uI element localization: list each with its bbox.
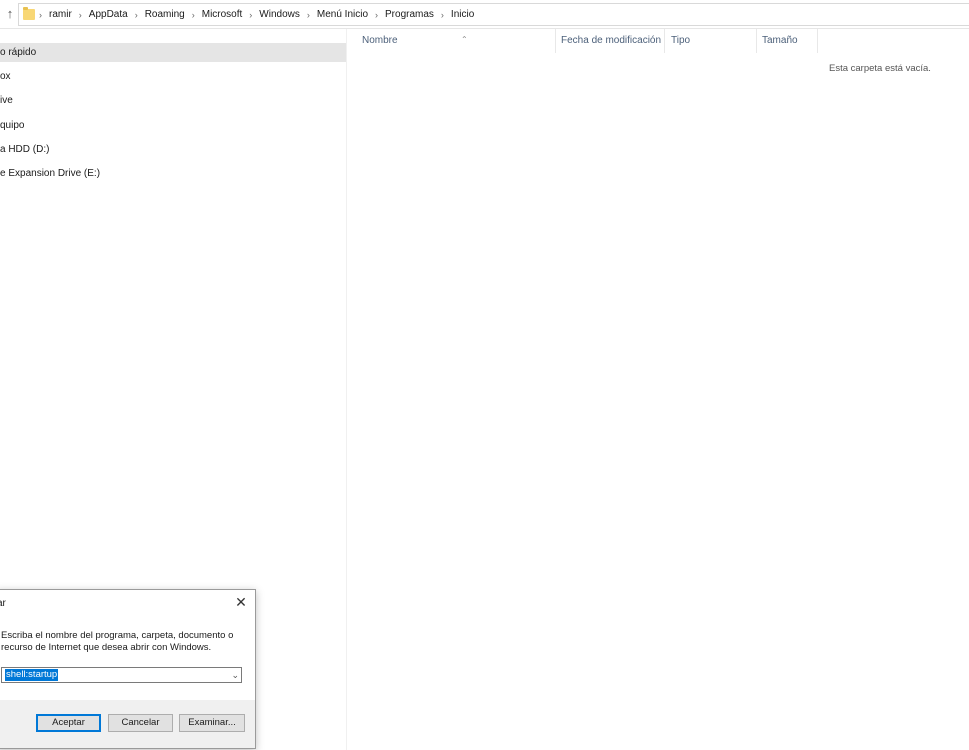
- nav-item-label: quipo: [0, 120, 25, 131]
- folder-icon: [23, 7, 35, 20]
- run-dialog: ar ✕ Escriba el nombre del programa, car…: [0, 589, 256, 749]
- column-header-label: Fecha de modificación: [561, 35, 662, 46]
- column-header-label: Tipo: [671, 35, 691, 46]
- nav-item-label: o rápido: [0, 47, 37, 58]
- nav-item-quick-access[interactable]: o rápido: [0, 43, 346, 62]
- dialog-title: ar: [0, 598, 6, 609]
- dialog-description: Escriba el nombre del programa, carpeta,…: [1, 630, 241, 654]
- ok-button[interactable]: Aceptar: [36, 714, 101, 732]
- chevron-right-icon[interactable]: ›: [192, 10, 195, 20]
- column-header-size[interactable]: Tamaño: [756, 29, 818, 53]
- up-arrow-icon[interactable]: ↑: [3, 6, 17, 22]
- column-header-label: Nombre: [362, 35, 398, 46]
- open-input[interactable]: shell:startup: [5, 669, 59, 681]
- cancel-button[interactable]: Cancelar: [108, 714, 173, 732]
- sort-ascending-icon: ⌃: [461, 35, 468, 44]
- nav-item-this-pc[interactable]: quipo: [0, 116, 346, 135]
- browse-button[interactable]: Examinar...: [179, 714, 245, 732]
- description-line: recurso de Internet que desea abrir con …: [1, 642, 212, 653]
- nav-item-label: e Expansion Drive (E:): [0, 168, 101, 179]
- close-icon[interactable]: ✕: [233, 594, 249, 610]
- address-bar: ↑ › ramir › AppData › Roaming › Microsof…: [0, 0, 969, 29]
- column-header-label: Tamaño: [762, 35, 798, 46]
- nav-item-expansion-drive-e[interactable]: e Expansion Drive (E:): [0, 164, 346, 183]
- column-header-type[interactable]: Tipo: [665, 29, 757, 53]
- dialog-footer: Aceptar Cancelar Examinar...: [0, 700, 255, 748]
- breadcrumb-item-inicio[interactable]: Inicio: [451, 9, 474, 20]
- column-header-name[interactable]: Nombre ⌃: [356, 29, 556, 53]
- nav-item-dropbox[interactable]: ox: [0, 67, 346, 86]
- breadcrumb-item-microsoft[interactable]: Microsoft: [202, 9, 243, 20]
- nav-item-label: ox: [0, 71, 11, 82]
- breadcrumb-item-ramir[interactable]: ramir: [49, 9, 72, 20]
- column-header-date-modified[interactable]: Fecha de modificación: [555, 29, 665, 53]
- breadcrumb: › ramir › AppData › Roaming › Microsoft …: [39, 4, 474, 25]
- chevron-right-icon[interactable]: ›: [79, 10, 82, 20]
- chevron-right-icon[interactable]: ›: [249, 10, 252, 20]
- chevron-right-icon[interactable]: ›: [441, 10, 444, 20]
- chevron-right-icon[interactable]: ›: [375, 10, 378, 20]
- description-line: Escriba el nombre del programa, carpeta,…: [1, 630, 234, 641]
- chevron-right-icon[interactable]: ›: [39, 10, 42, 20]
- chevron-right-icon[interactable]: ›: [135, 10, 138, 20]
- breadcrumb-item-programas[interactable]: Programas: [385, 9, 434, 20]
- nav-item-label: ive: [0, 95, 13, 106]
- nav-item-onedrive[interactable]: ive: [0, 91, 346, 110]
- chevron-right-icon[interactable]: ›: [307, 10, 310, 20]
- breadcrumb-item-menu-inicio[interactable]: Menú Inicio: [317, 9, 368, 20]
- column-header-row: Nombre ⌃ Fecha de modificación Tipo Tama…: [347, 29, 969, 53]
- nav-item-hdd-d[interactable]: a HDD (D:): [0, 140, 346, 159]
- address-field[interactable]: › ramir › AppData › Roaming › Microsoft …: [18, 3, 969, 26]
- breadcrumb-item-appdata[interactable]: AppData: [89, 9, 128, 20]
- chevron-down-icon[interactable]: ⌄: [231, 669, 239, 681]
- nav-item-label: a HDD (D:): [0, 144, 50, 155]
- empty-folder-message: Esta carpeta está vacía.: [829, 63, 931, 74]
- breadcrumb-item-windows[interactable]: Windows: [259, 9, 300, 20]
- open-combobox[interactable]: shell:startup ⌄: [1, 667, 242, 683]
- breadcrumb-item-roaming[interactable]: Roaming: [145, 9, 185, 20]
